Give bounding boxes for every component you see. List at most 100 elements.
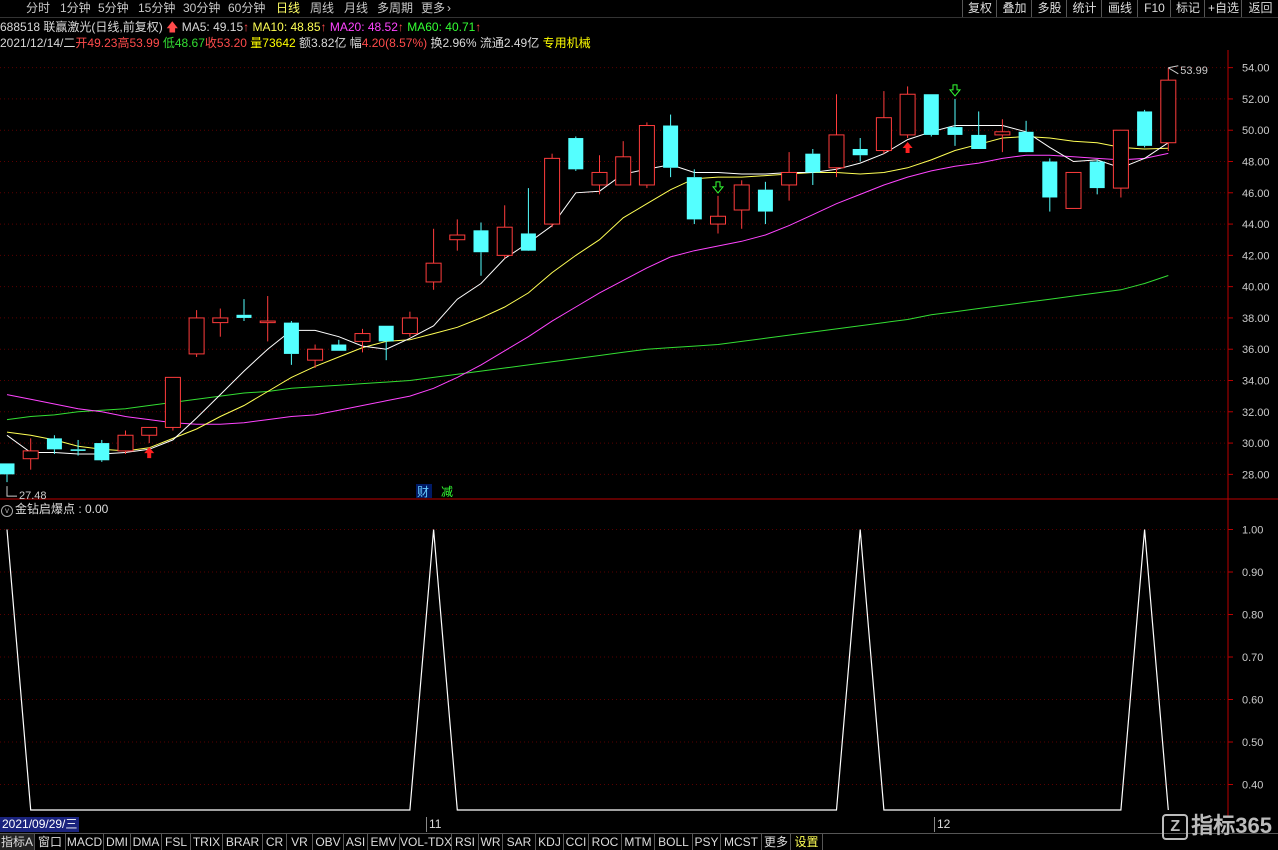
candle[interactable] xyxy=(1042,158,1058,212)
candle[interactable] xyxy=(1137,109,1153,148)
timeframe-tab-5[interactable]: 60分钟 xyxy=(228,0,265,17)
collapse-circle-icon[interactable]: v xyxy=(1,505,13,517)
indicator-tab-5[interactable]: FSL xyxy=(162,834,191,850)
indicator-tab-16[interactable]: SAR xyxy=(503,834,536,850)
indicator-tab-7[interactable]: BRAR xyxy=(223,834,263,850)
indicator-tab-6[interactable]: TRIX xyxy=(191,834,223,850)
candle[interactable] xyxy=(1018,120,1034,153)
candle[interactable] xyxy=(496,205,513,259)
candle[interactable] xyxy=(188,310,205,358)
indicator-chart[interactable]: 0.40 0.50 0.60 0.70 0.80 0.90 1.00 xyxy=(0,500,1278,817)
candle[interactable] xyxy=(164,376,181,431)
timeframe-tab-1[interactable]: 1分钟 xyxy=(60,0,91,17)
candle[interactable] xyxy=(947,98,963,146)
candlestick-chart[interactable]: 28.00 30.00 32.00 34.00 36.00 38.00 40.00 42.00… xyxy=(0,50,1278,500)
candle[interactable] xyxy=(733,180,750,229)
candle[interactable] xyxy=(0,463,15,483)
toolbar-button-4[interactable]: 画线 xyxy=(1101,0,1138,17)
candle[interactable] xyxy=(828,94,845,178)
jian-marker[interactable]: 减 xyxy=(441,485,453,499)
candle[interactable] xyxy=(331,339,347,351)
candle[interactable] xyxy=(781,152,798,201)
candle[interactable] xyxy=(1065,171,1082,209)
candle[interactable] xyxy=(141,426,158,444)
candle[interactable] xyxy=(259,296,276,342)
indicator-tab-25[interactable]: 设置 xyxy=(791,834,823,850)
indicator-tab-20[interactable]: MTM xyxy=(622,834,655,850)
candle[interactable] xyxy=(710,195,726,234)
candle[interactable] xyxy=(638,122,655,189)
toolbar-button-5[interactable]: F10 xyxy=(1137,0,1171,17)
toolbar-button-3[interactable]: 统计 xyxy=(1066,0,1102,17)
indicator-tab-18[interactable]: CCI xyxy=(564,834,589,850)
candle[interactable] xyxy=(971,111,987,149)
toolbar-button-2[interactable]: 多股 xyxy=(1031,0,1067,17)
timeframe-tab-2[interactable]: 5分钟 xyxy=(98,0,129,17)
timeframe-tab-0[interactable]: 分时 xyxy=(26,0,50,17)
candle[interactable] xyxy=(520,188,536,251)
candle[interactable] xyxy=(544,153,561,228)
indicator-tab-23[interactable]: MCST xyxy=(721,834,762,850)
candle[interactable] xyxy=(1160,67,1177,152)
timeframe-tab-3[interactable]: 15分钟 xyxy=(138,0,175,17)
indicator-tab-2[interactable]: MACD xyxy=(66,834,104,850)
candle[interactable] xyxy=(117,430,134,455)
industry-label[interactable]: 专用机械 xyxy=(543,36,591,50)
indicator-tab-24[interactable]: 更多 xyxy=(762,834,791,850)
candle[interactable] xyxy=(425,228,442,290)
indicator-tab-8[interactable]: CR xyxy=(263,834,287,850)
toolbar-button-1[interactable]: 叠加 xyxy=(996,0,1032,17)
candle[interactable] xyxy=(94,439,110,462)
indicator-tab-21[interactable]: BOLL xyxy=(655,834,693,850)
indicator-tab-10[interactable]: OBV xyxy=(313,834,344,850)
indicator-tab-14[interactable]: RSI xyxy=(452,834,479,850)
candle[interactable] xyxy=(852,138,868,162)
candle[interactable] xyxy=(401,311,418,337)
indicator-tab-12[interactable]: EMV xyxy=(368,834,400,850)
candle[interactable] xyxy=(994,119,1011,153)
timeframe-tab-4[interactable]: 30分钟 xyxy=(183,0,220,17)
candle[interactable] xyxy=(686,169,702,225)
indicator-tab-1[interactable]: 窗口 xyxy=(35,834,66,850)
indicator-tab-4[interactable]: DMA xyxy=(131,834,162,850)
indicator-tab-11[interactable]: ASI xyxy=(344,834,368,850)
timeframe-tab-9[interactable]: 多周期 xyxy=(377,0,413,17)
toolbar-button-8[interactable]: 返回 xyxy=(1241,0,1278,17)
timeframe-tab-7[interactable]: 周线 xyxy=(310,0,334,17)
candle[interactable] xyxy=(875,91,892,154)
candle[interactable] xyxy=(46,435,62,455)
indicator-tab-15[interactable]: WR xyxy=(479,834,503,850)
timeframe-tab-8[interactable]: 月线 xyxy=(344,0,368,17)
timeframe-tab-6[interactable]: 日线 xyxy=(276,0,300,17)
candle[interactable] xyxy=(757,181,773,225)
cai-marker[interactable]: 财 xyxy=(417,485,429,499)
indicator-tab-9[interactable]: VR xyxy=(287,834,313,850)
toolbar-button-6[interactable]: 标记 xyxy=(1170,0,1205,17)
candle[interactable] xyxy=(615,141,632,186)
candle[interactable] xyxy=(473,222,489,276)
candle[interactable] xyxy=(236,299,252,322)
candle[interactable] xyxy=(568,136,584,171)
indicator-tab-17[interactable]: KDJ xyxy=(536,834,564,850)
toolbar-button-7[interactable]: +自选 xyxy=(1204,0,1242,17)
candle[interactable] xyxy=(283,321,299,365)
timeframe-tab-10[interactable]: 更多 xyxy=(421,0,445,17)
candle[interactable] xyxy=(1112,129,1129,198)
indicator-tab-22[interactable]: PSY xyxy=(693,834,721,850)
candle[interactable] xyxy=(22,438,39,470)
candle[interactable] xyxy=(354,328,371,353)
indicator-tab-3[interactable]: DMI xyxy=(104,834,131,850)
candle[interactable] xyxy=(923,94,939,137)
indicator-tab-13[interactable]: VOL-TDX xyxy=(400,834,452,850)
toolbar-button-0[interactable]: 复权 xyxy=(962,0,997,17)
candle[interactable] xyxy=(1089,159,1105,195)
candle[interactable] xyxy=(212,308,229,337)
candle[interactable] xyxy=(899,86,916,139)
indicator-tab-0[interactable]: 指标A xyxy=(0,834,35,850)
y-tick-label: 52.00 xyxy=(1242,94,1270,106)
candle[interactable] xyxy=(805,148,821,185)
candle-body xyxy=(852,148,868,156)
indicator-tab-19[interactable]: ROC xyxy=(589,834,622,850)
chevron-right-icon[interactable]: › xyxy=(447,0,451,17)
candle[interactable] xyxy=(663,114,679,178)
